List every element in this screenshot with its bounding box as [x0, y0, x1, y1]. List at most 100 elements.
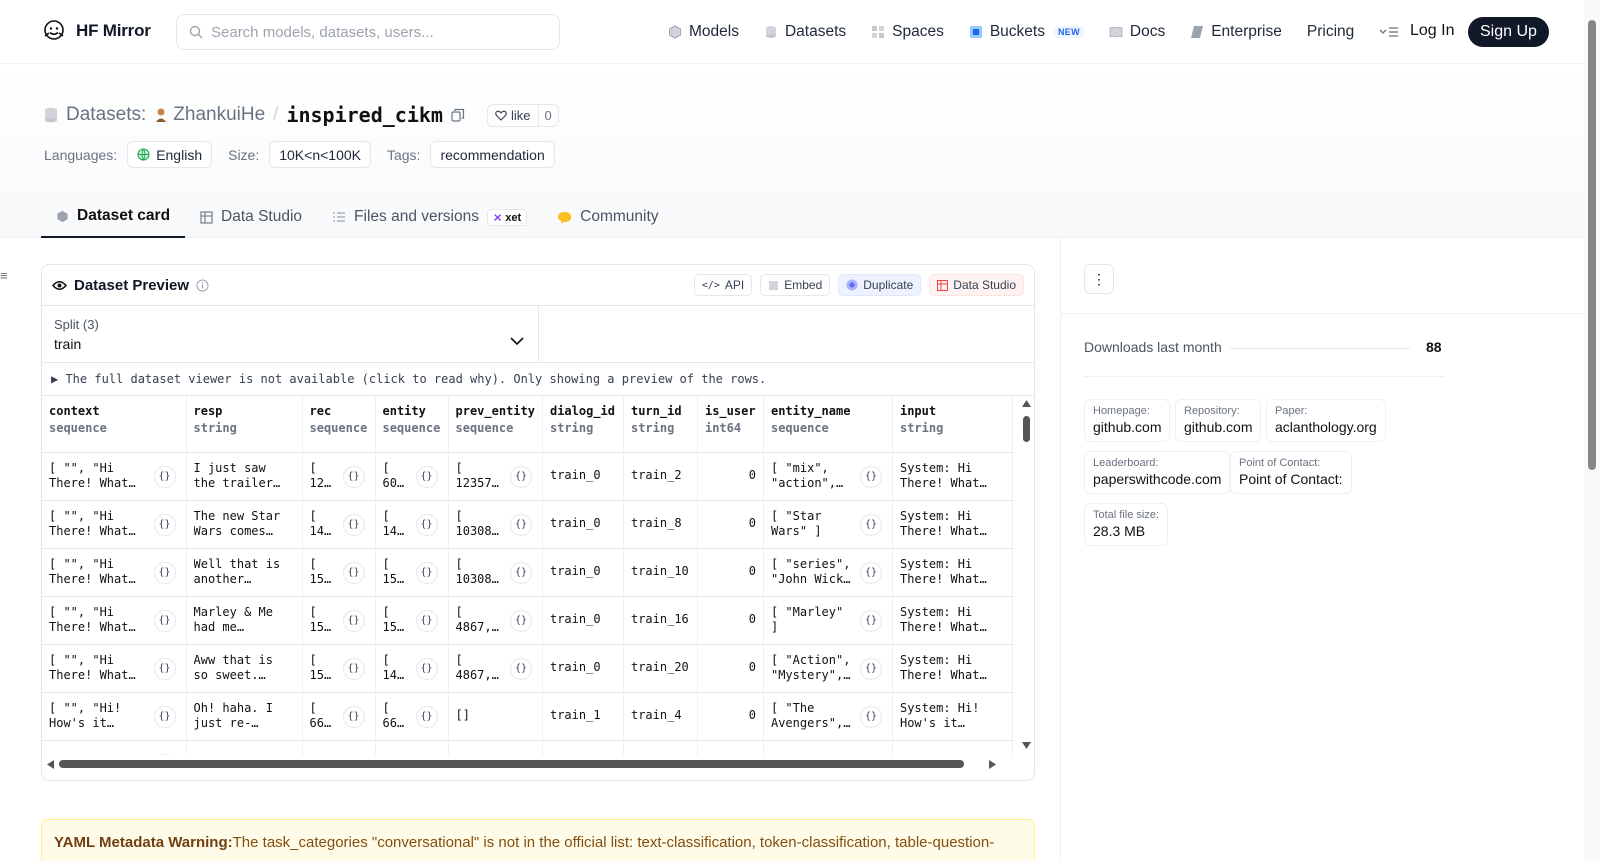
- cell-prev-entity[interactable]: []: [448, 692, 543, 741]
- cell-entity-name[interactable]: [ "series", "John Wick… {}: [763, 548, 893, 597]
- cell-resp[interactable]: Aww that is so sweet. Given…: [186, 644, 303, 693]
- cell-resp[interactable]: The new Star Wars comes ou…: [186, 500, 303, 549]
- cell-turn-id[interactable]: train_10: [623, 548, 698, 597]
- expand-json-icon[interactable]: {}: [859, 657, 882, 680]
- expand-json-icon[interactable]: {}: [859, 705, 882, 728]
- expand-json-icon[interactable]: {}: [342, 513, 365, 536]
- cell-is-user[interactable]: 0: [697, 596, 764, 645]
- cell-entity[interactable]: [ 60… {}: [375, 452, 449, 501]
- split-select[interactable]: Split (3) train: [42, 306, 539, 362]
- search-input[interactable]: [211, 23, 541, 41]
- api-button[interactable]: </> API: [693, 274, 753, 296]
- column-header-entity-name[interactable]: entity_name sequence: [763, 396, 893, 453]
- cell-rec[interactable]: [ 15… {}: [302, 548, 376, 597]
- table-row[interactable]: [ "", "Hi There! What… {} The new Star War…: [42, 500, 1013, 549]
- cell-rec[interactable]: [ 15… {}: [302, 596, 376, 645]
- cell-is-user[interactable]: 0: [697, 452, 764, 501]
- expand-json-icon[interactable]: {}: [415, 465, 438, 488]
- cell-dialog-id[interactable]: train_1: [542, 692, 624, 741]
- cell-input[interactable]: System: Hi There! What…: [892, 644, 1013, 693]
- expand-json-icon[interactable]: {}: [415, 705, 438, 728]
- cell-input[interactable]: System: Hi There! What…: [892, 500, 1013, 549]
- nav-spaces[interactable]: Spaces: [871, 23, 944, 41]
- cell-entity-name[interactable]: [ "Star Wars" ] {}: [763, 500, 893, 549]
- like-part[interactable]: like: [488, 104, 539, 126]
- info-icon[interactable]: [196, 279, 209, 292]
- cell-context[interactable]: [ "", "Hi There! What… {}: [42, 596, 187, 645]
- expand-json-icon[interactable]: {}: [153, 561, 176, 584]
- cell-rec[interactable]: [ 66… {}: [302, 692, 376, 741]
- leaderboard-card[interactable]: Leaderboard: paperswithcode.com: [1084, 451, 1231, 494]
- toc-toggle-icon[interactable]: ≡: [0, 268, 8, 283]
- scroll-right-arrow-icon[interactable]: [989, 760, 996, 769]
- paper-card[interactable]: Paper: aclanthology.org: [1266, 399, 1386, 442]
- like-button[interactable]: like 0: [486, 103, 559, 127]
- embed-button[interactable]: Embed: [760, 274, 831, 296]
- tab-data-studio[interactable]: Data Studio: [185, 196, 317, 238]
- expand-json-icon[interactable]: {}: [509, 513, 532, 536]
- expand-json-icon[interactable]: {}: [509, 609, 532, 632]
- cell-prev-entity[interactable]: [ 10308… {}: [448, 548, 543, 597]
- cell-dialog-id[interactable]: train_0: [542, 500, 624, 549]
- size-tag[interactable]: 10K<n<100K: [269, 141, 371, 168]
- table-row[interactable]: [ "", "Hi! How's it… {} Oh! haha. I just r…: [42, 692, 1013, 741]
- duplicate-button[interactable]: Duplicate: [838, 274, 922, 296]
- column-header-prev-entity[interactable]: prev_entity sequence: [448, 396, 543, 453]
- cell-dialog-id[interactable]: train_0: [542, 452, 624, 501]
- expand-json-icon[interactable]: {}: [342, 561, 365, 584]
- nav-pricing[interactable]: Pricing: [1307, 23, 1354, 41]
- repo-name[interactable]: inspired_cikm: [286, 103, 443, 127]
- cell-context[interactable]: [ "", "Hi There! What… {}: [42, 500, 187, 549]
- preview-table-wrap[interactable]: context sequence resp string rec sequence enti…: [42, 396, 1034, 771]
- expand-json-icon[interactable]: {}: [153, 657, 176, 680]
- column-header-context[interactable]: context sequence: [42, 396, 187, 453]
- vertical-scroll-thumb[interactable]: [1023, 416, 1030, 442]
- page-scroll-thumb[interactable]: [1588, 20, 1596, 470]
- repository-card[interactable]: Repository: github.com: [1175, 399, 1262, 442]
- cell-entity[interactable]: [ 14… {}: [375, 500, 449, 549]
- expand-json-icon[interactable]: {}: [153, 705, 176, 728]
- table-row[interactable]: [ "", "Hi There! What… {} Marley & Me had …: [42, 596, 1013, 645]
- expand-json-icon[interactable]: {}: [415, 657, 438, 680]
- expand-json-icon[interactable]: {}: [342, 705, 365, 728]
- cell-context[interactable]: [ "", "Hi There! What… {}: [42, 452, 187, 501]
- cell-is-user[interactable]: 0: [697, 692, 764, 741]
- search-box[interactable]: [176, 14, 560, 50]
- nav-datasets[interactable]: Datasets: [764, 23, 846, 41]
- expand-json-icon[interactable]: {}: [859, 513, 882, 536]
- cell-rec[interactable]: [ 14… {}: [302, 500, 376, 549]
- column-header-resp[interactable]: resp string: [186, 396, 303, 453]
- data-studio-button[interactable]: Data Studio: [929, 274, 1024, 296]
- nav-buckets[interactable]: Buckets NEW: [969, 23, 1084, 41]
- column-header-input[interactable]: input string: [892, 396, 1013, 453]
- tag-recommendation[interactable]: recommendation: [430, 141, 555, 168]
- scroll-left-arrow-icon[interactable]: [47, 760, 54, 769]
- cell-input[interactable]: System: Hi There! What…: [892, 596, 1013, 645]
- expand-json-icon[interactable]: {}: [342, 465, 365, 488]
- cell-is-user[interactable]: 0: [697, 644, 764, 693]
- expand-json-icon[interactable]: {}: [859, 465, 882, 488]
- horizontal-scroll-thumb[interactable]: [59, 760, 964, 768]
- expand-json-icon[interactable]: {}: [415, 513, 438, 536]
- nav-enterprise[interactable]: Enterprise: [1190, 23, 1282, 41]
- cell-turn-id[interactable]: train_8: [623, 500, 698, 549]
- cell-resp[interactable]: Marley & Me had me crying…: [186, 596, 303, 645]
- table-vertical-scrollbar[interactable]: [1021, 396, 1031, 771]
- cell-is-user[interactable]: 0: [697, 548, 764, 597]
- cell-turn-id[interactable]: train_4: [623, 692, 698, 741]
- column-header-rec[interactable]: rec sequence: [302, 396, 376, 453]
- column-header-is-user[interactable]: is_user int64: [697, 396, 764, 453]
- column-header-dialog-id[interactable]: dialog_id string: [542, 396, 624, 453]
- language-tag[interactable]: English: [127, 141, 213, 168]
- cell-dialog-id[interactable]: train_0: [542, 596, 624, 645]
- expand-json-icon[interactable]: {}: [153, 609, 176, 632]
- cell-input[interactable]: System: Hi There! What…: [892, 452, 1013, 501]
- brand-logo[interactable]: HF Mirror: [42, 19, 151, 43]
- cell-is-user[interactable]: 0: [697, 500, 764, 549]
- viewer-notice[interactable]: ▶ The full dataset viewer is not availab…: [42, 363, 1034, 396]
- tab-dataset-card[interactable]: Dataset card: [41, 196, 186, 238]
- cell-entity[interactable]: [ 15… {}: [375, 596, 449, 645]
- nav-models[interactable]: Models: [668, 23, 739, 41]
- expand-json-icon[interactable]: {}: [342, 657, 365, 680]
- cell-context[interactable]: [ "", "Hi! How's it… {}: [42, 692, 187, 741]
